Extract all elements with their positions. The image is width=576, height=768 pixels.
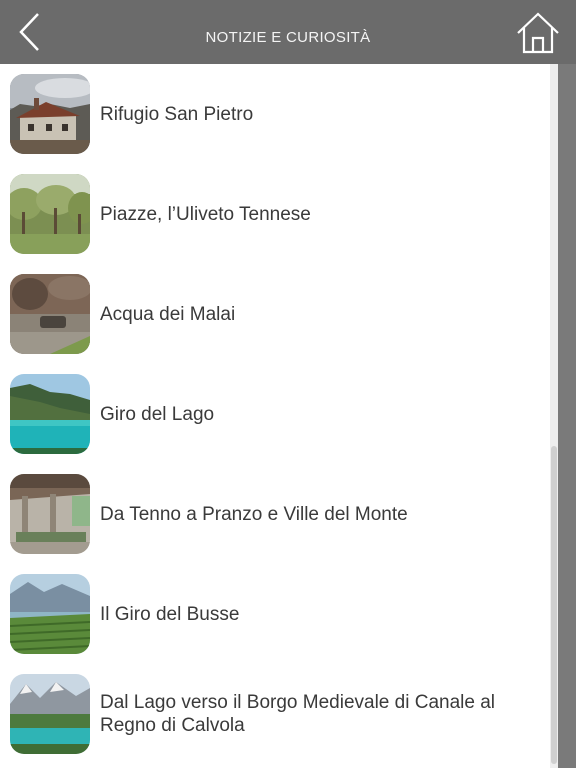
list-item[interactable]: Rifugio San Pietro bbox=[0, 64, 550, 164]
list-item-label: Rifugio San Pietro bbox=[100, 103, 254, 125]
home-outline-icon bbox=[517, 12, 559, 54]
wash-house-thumbnail bbox=[10, 474, 90, 554]
scrollbar-thumb[interactable] bbox=[551, 446, 557, 764]
list-item[interactable]: Il Giro del Busse bbox=[0, 564, 550, 664]
stone-house-thumbnail bbox=[10, 74, 90, 154]
home-button[interactable] bbox=[516, 12, 560, 54]
list-item-label: Piazze, l’Uliveto Tennese bbox=[100, 203, 311, 225]
list-item[interactable]: Acqua dei Malai bbox=[0, 264, 550, 364]
list-item-label: Acqua dei Malai bbox=[100, 303, 236, 325]
vineyard-valley-thumbnail bbox=[10, 574, 90, 654]
list-item-label: Giro del Lago bbox=[100, 403, 215, 425]
list-item-label: Il Giro del Busse bbox=[100, 603, 240, 625]
list-item-label: Dal Lago verso il Borgo Medievale di Can… bbox=[100, 692, 496, 736]
turquoise-lake-thumbnail bbox=[10, 374, 90, 454]
side-panel-edge bbox=[558, 64, 576, 768]
stone-fountain-thumbnail bbox=[10, 274, 90, 354]
list-item[interactable]: Piazze, l’Uliveto Tennese bbox=[0, 164, 550, 264]
list-item-label: Da Tenno a Pranzo e Ville del Monte bbox=[100, 503, 408, 525]
list-item[interactable]: Dal Lago verso il Borgo Medievale di Can… bbox=[0, 664, 550, 764]
list-item[interactable]: Giro del Lago bbox=[0, 364, 550, 464]
top-bar: NOTIZIE E CURIOSITÀ bbox=[0, 0, 576, 64]
list-item[interactable]: Da Tenno a Pranzo e Ville del Monte bbox=[0, 464, 550, 564]
page-title: NOTIZIE E CURIOSITÀ bbox=[205, 29, 371, 46]
news-list: Rifugio San Pietro Piazze, l’Uliveto Ten… bbox=[0, 64, 550, 768]
mountain-lake-thumbnail bbox=[10, 674, 90, 754]
olive-grove-thumbnail bbox=[10, 174, 90, 254]
